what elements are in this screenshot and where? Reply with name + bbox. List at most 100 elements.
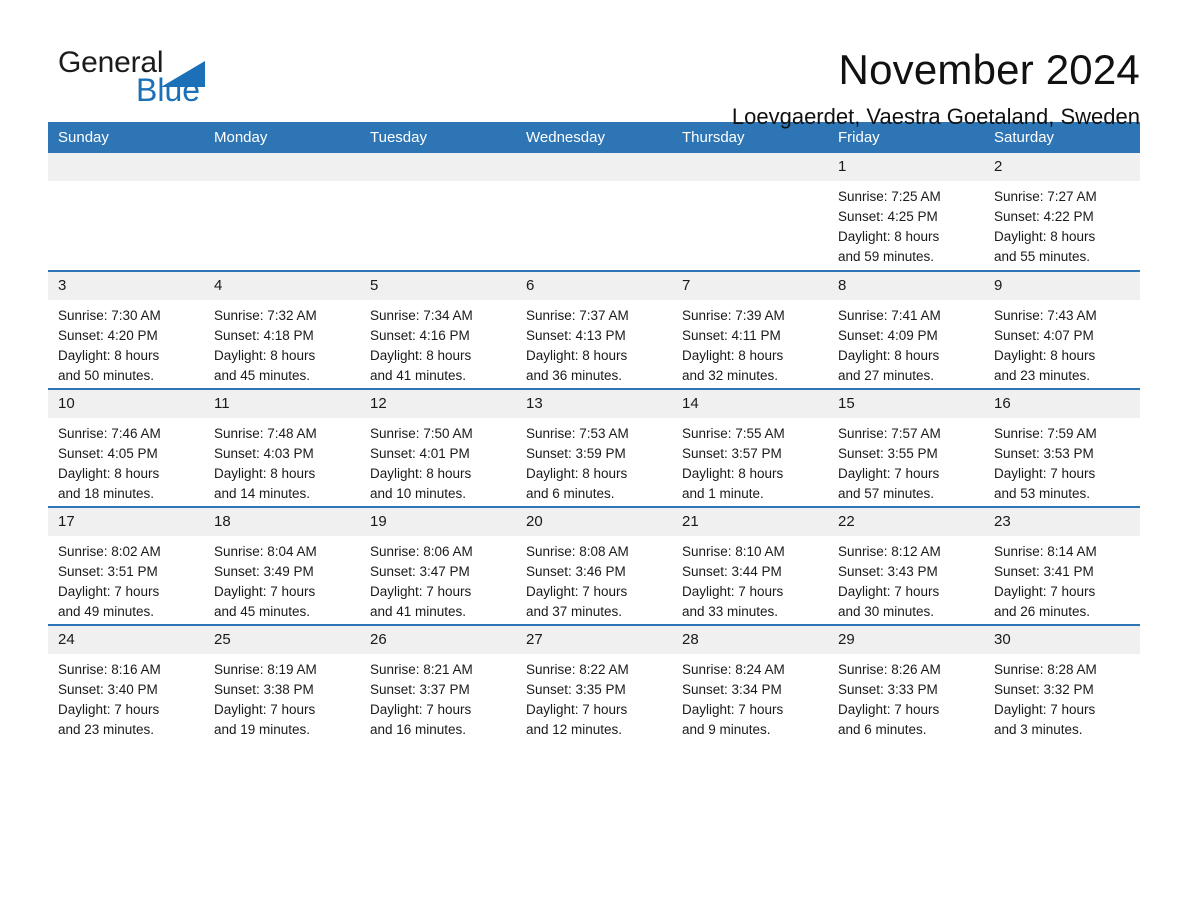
sunrise-text: Sunrise: 7:53 AM <box>526 426 629 441</box>
calendar-day-cell[interactable]: 14 Sunrise: 7:55 AM Sunset: 3:57 PM Dayligh… <box>672 388 828 507</box>
daylight-text-cont: and 50 minutes. <box>58 368 155 383</box>
calendar-day-cell[interactable]: 24 Sunrise: 8:16 AM Sunset: 3:40 PM Dayligh… <box>48 624 204 743</box>
daylight-text-cont: and 55 minutes. <box>994 249 1091 264</box>
page-header: General Blue November 2024 Loevgaerdet, … <box>48 0 1140 129</box>
calendar-day-cell[interactable]: 4 Sunrise: 7:32 AM Sunset: 4:18 PM Daylight… <box>204 270 360 389</box>
sunrise-text: Sunrise: 7:50 AM <box>370 426 473 441</box>
day-number: 21 <box>672 508 828 536</box>
sunset-text: Sunset: 3:47 PM <box>370 564 470 579</box>
daylight-text-cont: and 57 minutes. <box>838 486 935 501</box>
day-number: 6 <box>516 272 672 300</box>
sunset-text: Sunset: 3:33 PM <box>838 682 938 697</box>
daylight-text: Daylight: 7 hours <box>214 702 316 717</box>
calendar-day-cell[interactable]: 17 Sunrise: 8:02 AM Sunset: 3:51 PM Dayligh… <box>48 506 204 625</box>
sunset-text: Sunset: 3:49 PM <box>214 564 314 579</box>
sunset-text: Sunset: 3:46 PM <box>526 564 626 579</box>
calendar-day-cell[interactable]: 27 Sunrise: 8:22 AM Sunset: 3:35 PM Dayligh… <box>516 624 672 743</box>
sunset-text: Sunset: 4:20 PM <box>58 328 158 343</box>
general-blue-logo[interactable]: General Blue <box>58 48 258 110</box>
day-number: 14 <box>672 390 828 418</box>
calendar-day-cell[interactable]: 6 Sunrise: 7:37 AM Sunset: 4:13 PM Daylight… <box>516 270 672 389</box>
daylight-text-cont: and 32 minutes. <box>682 368 779 383</box>
day-number: 26 <box>360 626 516 654</box>
daylight-text: Daylight: 8 hours <box>526 348 628 363</box>
daylight-text: Daylight: 7 hours <box>58 702 160 717</box>
day-details: Sunrise: 7:41 AM Sunset: 4:09 PM Daylight:… <box>828 300 984 386</box>
day-details: Sunrise: 7:59 AM Sunset: 3:53 PM Daylight:… <box>984 418 1140 504</box>
sunrise-text: Sunrise: 8:22 AM <box>526 662 629 677</box>
calendar-day-cell[interactable]: 21 Sunrise: 8:10 AM Sunset: 3:44 PM Dayligh… <box>672 506 828 625</box>
daylight-text: Daylight: 8 hours <box>994 229 1096 244</box>
calendar-day-cell[interactable]: 23 Sunrise: 8:14 AM Sunset: 3:41 PM Dayligh… <box>984 506 1140 625</box>
daylight-text-cont: and 19 minutes. <box>214 722 311 737</box>
day-number: 1 <box>828 153 984 181</box>
calendar-day-cell[interactable]: 5 Sunrise: 7:34 AM Sunset: 4:16 PM Daylight… <box>360 270 516 389</box>
sunrise-text: Sunrise: 8:21 AM <box>370 662 473 677</box>
daylight-text: Daylight: 8 hours <box>994 348 1096 363</box>
day-details: Sunrise: 7:37 AM Sunset: 4:13 PM Daylight:… <box>516 300 672 386</box>
day-details <box>360 181 516 187</box>
daylight-text: Daylight: 8 hours <box>370 348 472 363</box>
daylight-text: Daylight: 7 hours <box>214 584 316 599</box>
sunset-text: Sunset: 4:07 PM <box>994 328 1094 343</box>
sunset-text: Sunset: 3:55 PM <box>838 446 938 461</box>
daylight-text-cont: and 14 minutes. <box>214 486 311 501</box>
calendar-day-cell[interactable]: 2 Sunrise: 7:27 AM Sunset: 4:22 PM Daylight… <box>984 153 1140 271</box>
day-number: 19 <box>360 508 516 536</box>
daylight-text-cont: and 37 minutes. <box>526 604 623 619</box>
daylight-text: Daylight: 8 hours <box>58 348 160 363</box>
sunrise-text: Sunrise: 7:25 AM <box>838 189 941 204</box>
day-number: 22 <box>828 508 984 536</box>
calendar-day-cell[interactable]: 25 Sunrise: 8:19 AM Sunset: 3:38 PM Dayligh… <box>204 624 360 743</box>
calendar-day-cell[interactable]: 19 Sunrise: 8:06 AM Sunset: 3:47 PM Dayligh… <box>360 506 516 625</box>
calendar-day-cell[interactable]: 3 Sunrise: 7:30 AM Sunset: 4:20 PM Daylight… <box>48 270 204 389</box>
calendar-day-cell[interactable]: 10 Sunrise: 7:46 AM Sunset: 4:05 PM Dayligh… <box>48 388 204 507</box>
calendar-day-cell[interactable]: 8 Sunrise: 7:41 AM Sunset: 4:09 PM Daylight… <box>828 270 984 389</box>
calendar-day-cell[interactable]: 18 Sunrise: 8:04 AM Sunset: 3:49 PM Dayligh… <box>204 506 360 625</box>
sunrise-text: Sunrise: 8:16 AM <box>58 662 161 677</box>
calendar-day-cell[interactable]: 16 Sunrise: 7:59 AM Sunset: 3:53 PM Dayligh… <box>984 388 1140 507</box>
calendar-day-cell[interactable]: 20 Sunrise: 8:08 AM Sunset: 3:46 PM Dayligh… <box>516 506 672 625</box>
sunset-text: Sunset: 4:03 PM <box>214 446 314 461</box>
calendar-day-cell[interactable]: 9 Sunrise: 7:43 AM Sunset: 4:07 PM Daylight… <box>984 270 1140 389</box>
sunrise-text: Sunrise: 7:32 AM <box>214 308 317 323</box>
calendar-day-cell[interactable]: 29 Sunrise: 8:26 AM Sunset: 3:33 PM Dayligh… <box>828 624 984 743</box>
day-number: 7 <box>672 272 828 300</box>
day-details: Sunrise: 7:39 AM Sunset: 4:11 PM Daylight:… <box>672 300 828 386</box>
day-details: Sunrise: 7:53 AM Sunset: 3:59 PM Daylight:… <box>516 418 672 504</box>
day-number <box>48 153 204 181</box>
calendar-day-cell[interactable]: 11 Sunrise: 7:48 AM Sunset: 4:03 PM Dayligh… <box>204 388 360 507</box>
day-details: Sunrise: 8:06 AM Sunset: 3:47 PM Daylight:… <box>360 536 516 622</box>
calendar-day-cell[interactable]: 15 Sunrise: 7:57 AM Sunset: 3:55 PM Dayligh… <box>828 388 984 507</box>
calendar-day-cell[interactable]: 26 Sunrise: 8:21 AM Sunset: 3:37 PM Dayligh… <box>360 624 516 743</box>
day-details: Sunrise: 7:34 AM Sunset: 4:16 PM Daylight:… <box>360 300 516 386</box>
daylight-text: Daylight: 7 hours <box>994 702 1096 717</box>
sunset-text: Sunset: 3:38 PM <box>214 682 314 697</box>
sunrise-text: Sunrise: 7:43 AM <box>994 308 1097 323</box>
calendar-day-cell[interactable]: 30 Sunrise: 8:28 AM Sunset: 3:32 PM Dayligh… <box>984 624 1140 743</box>
daylight-text-cont: and 30 minutes. <box>838 604 935 619</box>
calendar-day-cell[interactable]: 12 Sunrise: 7:50 AM Sunset: 4:01 PM Dayligh… <box>360 388 516 507</box>
daylight-text: Daylight: 7 hours <box>838 466 940 481</box>
day-number: 20 <box>516 508 672 536</box>
calendar-day-cell[interactable]: 13 Sunrise: 7:53 AM Sunset: 3:59 PM Dayligh… <box>516 388 672 507</box>
sunrise-text: Sunrise: 7:39 AM <box>682 308 785 323</box>
calendar-day-cell[interactable]: 22 Sunrise: 8:12 AM Sunset: 3:43 PM Dayligh… <box>828 506 984 625</box>
sunrise-text: Sunrise: 7:59 AM <box>994 426 1097 441</box>
calendar-day-cell[interactable]: 28 Sunrise: 8:24 AM Sunset: 3:34 PM Dayligh… <box>672 624 828 743</box>
calendar-day-cell[interactable]: 7 Sunrise: 7:39 AM Sunset: 4:11 PM Daylight… <box>672 270 828 389</box>
day-number <box>360 153 516 181</box>
daylight-text-cont: and 16 minutes. <box>370 722 467 737</box>
sunset-text: Sunset: 3:43 PM <box>838 564 938 579</box>
day-details <box>204 181 360 187</box>
sunrise-text: Sunrise: 8:06 AM <box>370 544 473 559</box>
day-number <box>516 153 672 181</box>
day-number: 17 <box>48 508 204 536</box>
daylight-text: Daylight: 7 hours <box>370 584 472 599</box>
daylight-text-cont: and 23 minutes. <box>994 368 1091 383</box>
day-details: Sunrise: 8:24 AM Sunset: 3:34 PM Daylight:… <box>672 654 828 740</box>
calendar-day-cell-empty <box>48 153 204 271</box>
calendar-day-cell[interactable]: 1 Sunrise: 7:25 AM Sunset: 4:25 PM Daylight… <box>828 153 984 271</box>
day-number: 25 <box>204 626 360 654</box>
day-details: Sunrise: 7:30 AM Sunset: 4:20 PM Daylight:… <box>48 300 204 386</box>
